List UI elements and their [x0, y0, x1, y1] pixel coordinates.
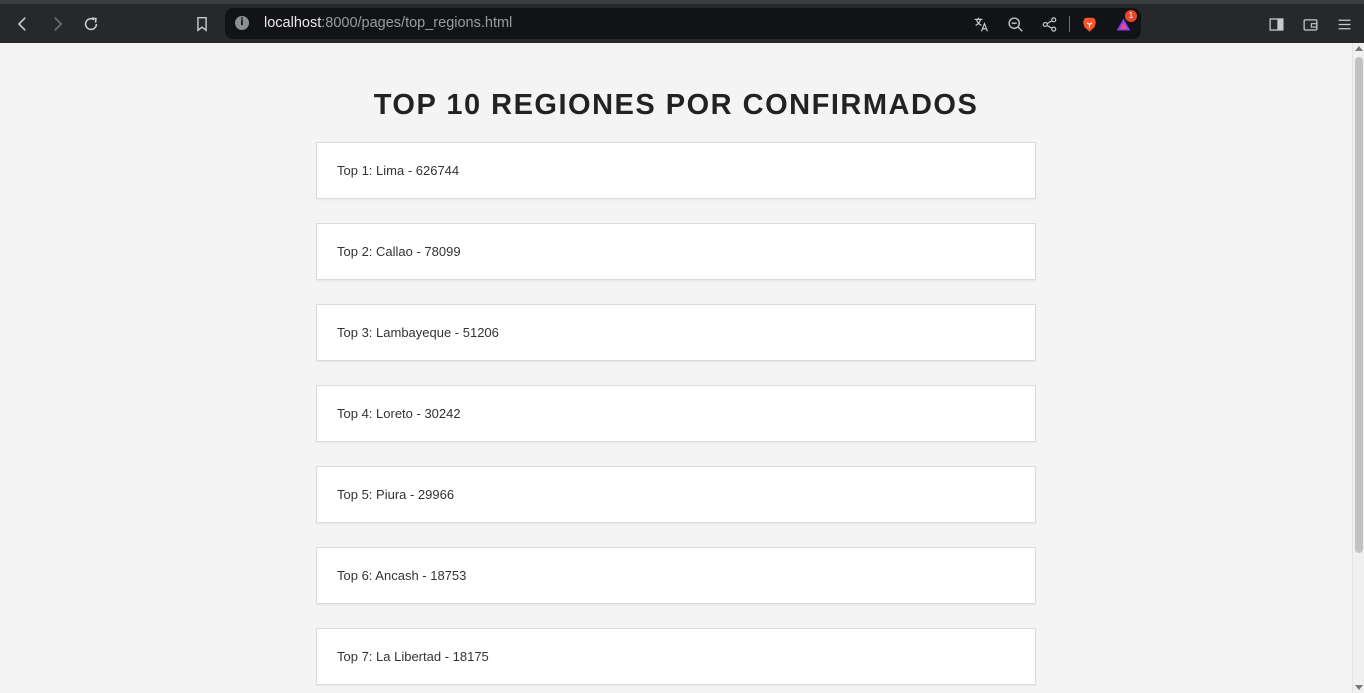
hamburger-menu-icon	[1338, 19, 1350, 29]
list-item: Top 2: Callao - 78099	[316, 223, 1036, 280]
notification-badge: 1	[1125, 10, 1137, 22]
wallet-button[interactable]	[1299, 13, 1321, 35]
share-icon	[1042, 16, 1056, 32]
address-bar[interactable]: i localhost:8000/pages/top_regions.html …	[225, 8, 1141, 39]
zoom-out-icon	[1007, 16, 1023, 32]
zoom-out-button[interactable]	[1005, 14, 1025, 34]
translate-icon	[974, 17, 988, 32]
brave-rewards-button[interactable]: 1	[1113, 10, 1137, 34]
site-info-icon[interactable]: i	[235, 16, 249, 30]
menu-button[interactable]	[1333, 13, 1355, 35]
share-button[interactable]	[1039, 14, 1059, 34]
bookmark-button[interactable]	[189, 11, 215, 37]
arrow-left-icon	[17, 17, 26, 31]
list-item: Top 1: Lima - 626744	[316, 142, 1036, 199]
browser-toolbar: i localhost:8000/pages/top_regions.html …	[0, 0, 1364, 43]
list-item: Top 4: Loreto - 30242	[316, 385, 1036, 442]
list-item: Top 7: La Libertad - 18175	[316, 628, 1036, 685]
scrollbar-thumb[interactable]	[1355, 57, 1363, 553]
reload-button[interactable]	[78, 11, 104, 37]
translate-button[interactable]	[971, 14, 991, 34]
toolbar-divider	[1069, 16, 1070, 32]
arrow-right-icon	[54, 17, 63, 31]
list-item: Top 3: Lambayeque - 51206	[316, 304, 1036, 361]
page-title: TOP 10 REGIONES POR CONFIRMADOS	[373, 89, 979, 121]
scroll-up-arrow-icon[interactable]	[1355, 46, 1363, 51]
sidebar-icon	[1268, 17, 1284, 31]
brave-shields-button[interactable]	[1079, 14, 1099, 34]
bookmark-icon	[197, 16, 207, 32]
url-path: :8000/pages/top_regions.html	[321, 15, 513, 31]
brave-lion-icon	[1082, 17, 1096, 32]
regions-list: Top 1: Lima - 626744 Top 2: Callao - 780…	[316, 142, 1036, 693]
scroll-down-arrow-icon[interactable]	[1355, 685, 1363, 690]
forward-button[interactable]	[44, 11, 70, 37]
page-content: TOP 10 REGIONES POR CONFIRMADOS Top 1: L…	[0, 43, 1352, 693]
vertical-scrollbar[interactable]	[1352, 43, 1364, 693]
reload-icon	[84, 17, 98, 31]
sidebar-toggle-button[interactable]	[1265, 13, 1287, 35]
list-item: Top 6: Ancash - 18753	[316, 547, 1036, 604]
wallet-icon	[1302, 18, 1318, 31]
url-text[interactable]: localhost:8000/pages/top_regions.html	[264, 15, 512, 31]
list-item: Top 5: Piura - 29966	[316, 466, 1036, 523]
back-button[interactable]	[10, 11, 36, 37]
url-host: localhost	[264, 15, 322, 31]
